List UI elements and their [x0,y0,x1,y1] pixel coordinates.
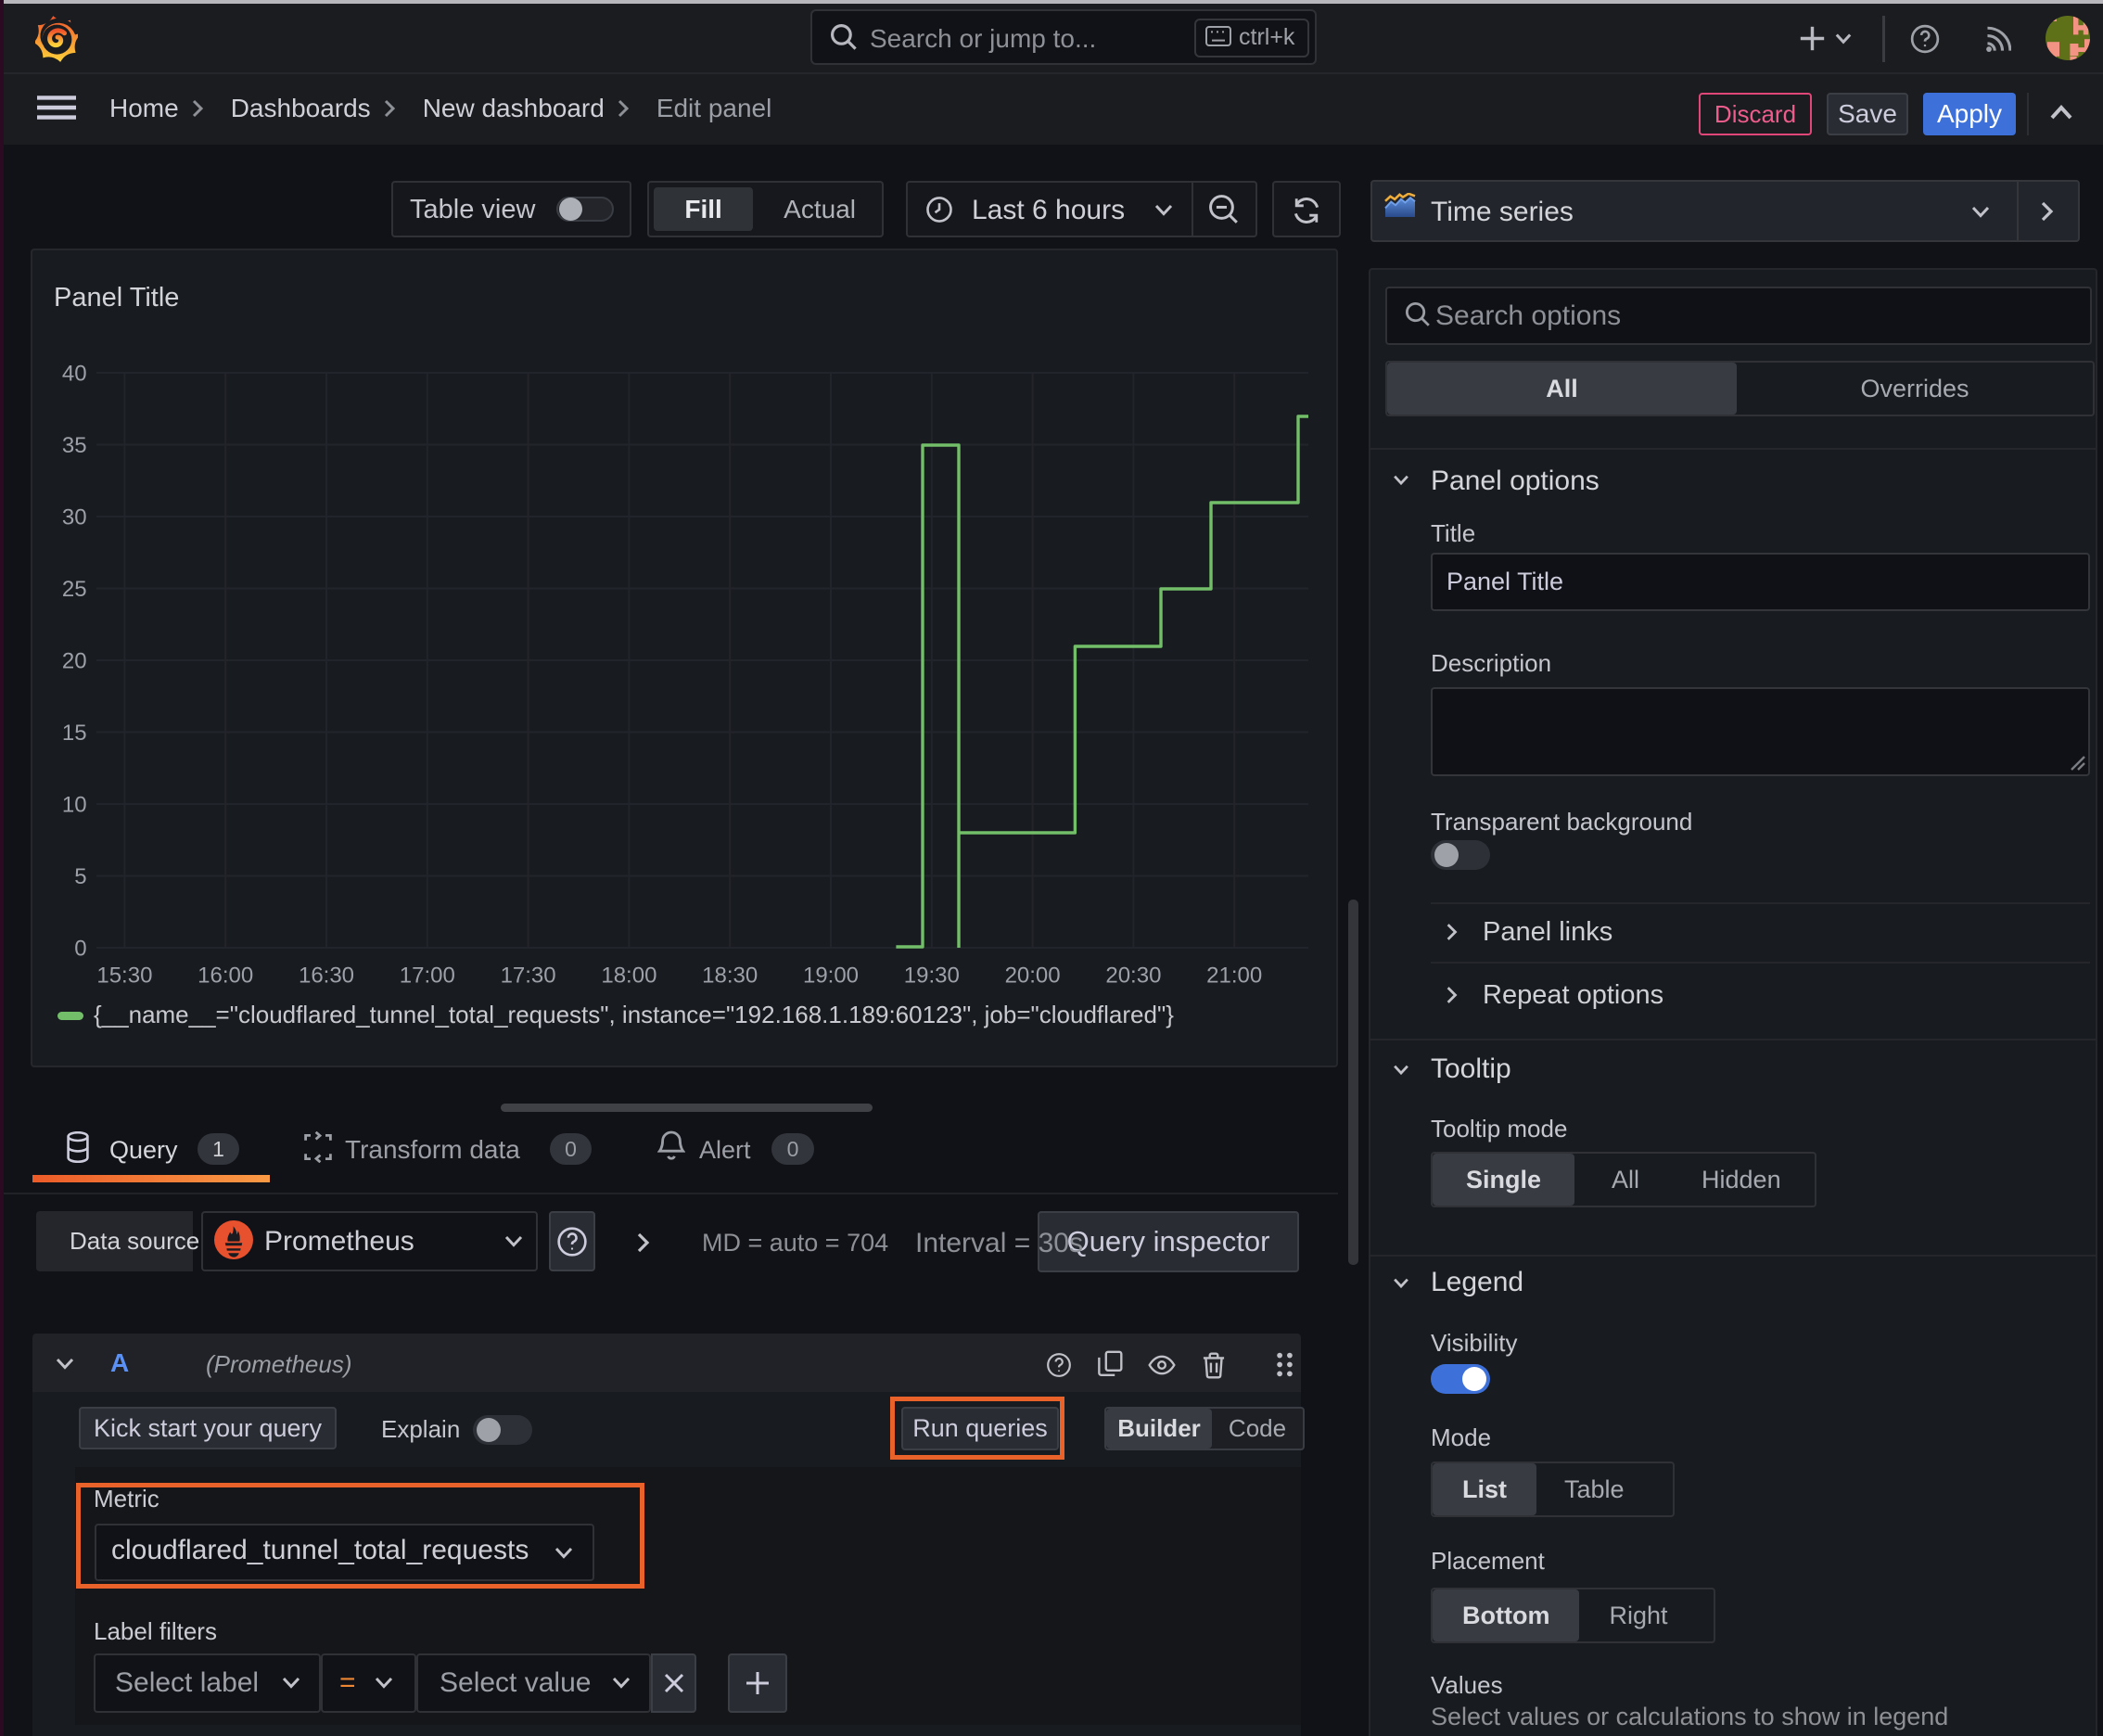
svg-text:17:30: 17:30 [501,963,556,988]
svg-text:16:00: 16:00 [198,963,253,988]
svg-text:18:30: 18:30 [702,963,758,988]
svg-text:30: 30 [62,504,87,530]
svg-text:20: 20 [62,648,87,673]
svg-text:15: 15 [62,721,87,746]
svg-text:18:00: 18:00 [601,963,656,988]
svg-text:19:00: 19:00 [803,963,859,988]
svg-text:0: 0 [74,936,86,961]
svg-text:15:30: 15:30 [96,963,152,988]
svg-text:20:30: 20:30 [1105,963,1161,988]
svg-text:5: 5 [74,864,86,889]
svg-text:25: 25 [62,577,87,602]
svg-text:10: 10 [62,792,87,817]
svg-text:20:00: 20:00 [1005,963,1061,988]
svg-text:{__name__="cloudflared_tunnel_: {__name__="cloudflared_tunnel_total_requ… [94,1001,1174,1028]
svg-text:35: 35 [62,433,87,458]
svg-text:17:00: 17:00 [400,963,455,988]
svg-text:19:30: 19:30 [904,963,960,988]
svg-text:21:00: 21:00 [1206,963,1262,988]
svg-text:40: 40 [62,361,87,386]
svg-text:16:30: 16:30 [299,963,354,988]
